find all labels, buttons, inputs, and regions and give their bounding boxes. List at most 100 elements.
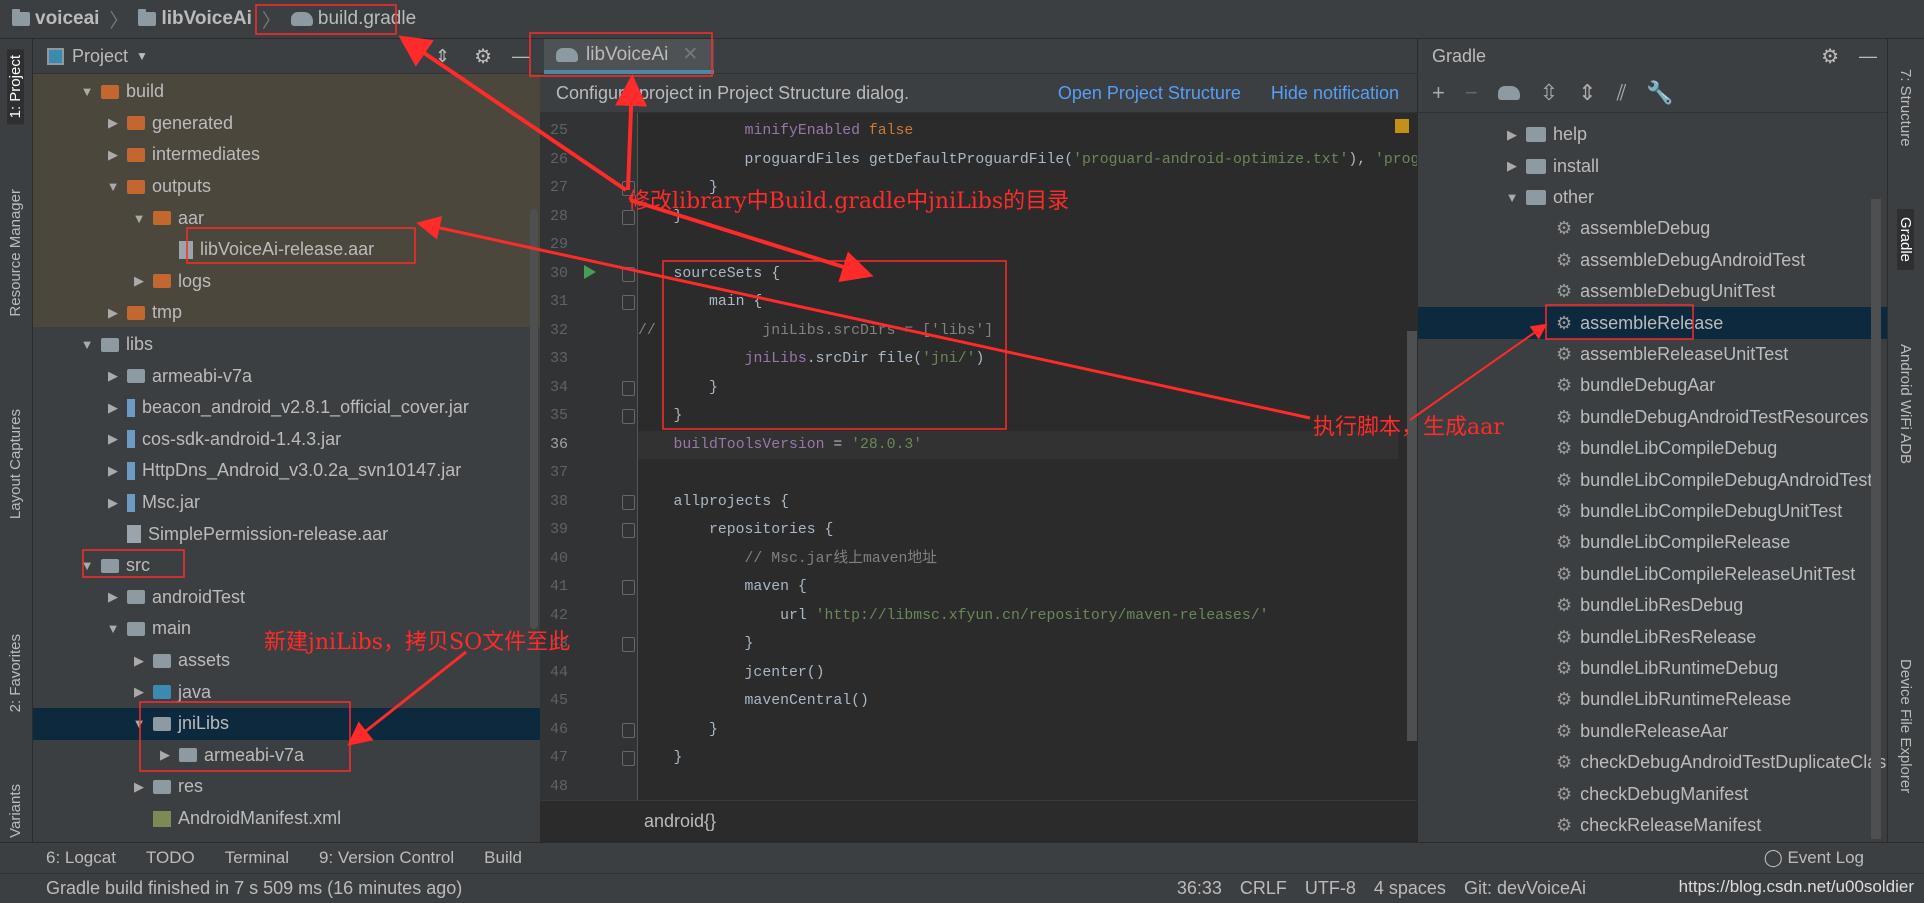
collapsed-arrow-icon[interactable]: ▶ xyxy=(131,653,147,669)
minimize-icon[interactable]: — xyxy=(512,46,530,67)
gradle-task[interactable]: ⚙ assembleDebug xyxy=(1418,213,1887,245)
tree-item[interactable]: ▶ androidTest xyxy=(33,582,540,614)
tool-tab-layout-captures[interactable]: Layout Captures xyxy=(7,409,24,519)
code-line[interactable]: maven { xyxy=(638,573,1398,602)
hide-notification-link[interactable]: Hide notification xyxy=(1271,83,1399,104)
fold-marker-icon[interactable] xyxy=(622,523,635,538)
gradle-task[interactable]: ⚙ assembleReleaseUnitTest xyxy=(1418,339,1887,371)
encoding-selector[interactable]: UTF-8 xyxy=(1305,878,1356,899)
remove-icon[interactable]: − xyxy=(1465,80,1478,106)
git-branch-selector[interactable]: Git: devVoiceAi xyxy=(1464,878,1586,899)
code-line[interactable] xyxy=(638,231,1398,260)
tree-item[interactable]: ▼ main xyxy=(33,613,540,645)
expanded-arrow-icon[interactable]: ▼ xyxy=(105,621,121,636)
tool-todo[interactable]: TODO xyxy=(146,848,195,868)
collapsed-arrow-icon[interactable]: ▶ xyxy=(105,431,121,447)
code-line[interactable]: } xyxy=(638,374,1398,403)
expand-all-icon[interactable]: ⇳ xyxy=(1540,80,1558,106)
fold-marker-icon[interactable] xyxy=(622,181,635,196)
code-line[interactable]: // jniLibs.srcDirs = ['libs'] xyxy=(638,317,1398,346)
gear-icon[interactable]: ⚙ xyxy=(474,44,492,69)
code-line[interactable]: } xyxy=(638,402,1398,431)
tree-item[interactable]: ▶ intermediates xyxy=(33,139,540,171)
collapsed-arrow-icon[interactable]: ▶ xyxy=(1504,158,1520,174)
code-line[interactable]: } xyxy=(638,744,1398,773)
gradle-task[interactable]: ⚙ checkReleaseManifest xyxy=(1418,810,1887,842)
gradle-group[interactable]: ▼ other xyxy=(1418,182,1887,214)
collapsed-arrow-icon[interactable]: ▶ xyxy=(105,589,121,605)
tree-item[interactable]: ▶ HttpDns_Android_v3.0.2a_svn10147.jar xyxy=(33,455,540,487)
add-icon[interactable]: + xyxy=(1432,80,1445,106)
tool-tab-project[interactable]: 1: Project xyxy=(7,49,24,125)
code-line[interactable]: } xyxy=(638,203,1398,232)
gradle-task[interactable]: ⚙ checkDebugManifest xyxy=(1418,778,1887,810)
close-icon[interactable]: ✕ xyxy=(682,43,698,66)
expanded-arrow-icon[interactable]: ▼ xyxy=(131,211,147,226)
tree-item[interactable]: ▶ java xyxy=(33,676,540,708)
tool-tab-resource-manager[interactable]: Resource Manager xyxy=(7,189,24,317)
tool-tab-structure[interactable]: 7: Structure xyxy=(1897,69,1914,147)
tree-item[interactable]: libVoiceAi-release.aar xyxy=(33,234,540,266)
breadcrumb-libvoiceai[interactable]: libVoiceAi xyxy=(138,8,252,30)
gradle-task[interactable]: ⚙ bundleLibResRelease xyxy=(1418,621,1887,653)
collapsed-arrow-icon[interactable]: ▶ xyxy=(131,684,147,700)
gear-icon[interactable]: ⚙ xyxy=(1821,44,1839,69)
tool-build[interactable]: Build xyxy=(484,848,522,868)
breadcrumb-android[interactable]: android{} xyxy=(644,811,716,831)
tree-item[interactable]: ▼ build xyxy=(33,76,540,108)
execute-gradle-task-icon[interactable] xyxy=(1497,86,1520,100)
tool-tab-device-file-explorer[interactable]: Device File Explorer xyxy=(1897,659,1914,793)
code-line[interactable] xyxy=(638,459,1398,488)
code-line[interactable]: } xyxy=(638,630,1398,659)
event-log-button[interactable]: ◯ Event Log xyxy=(1764,848,1864,868)
project-scrollbar[interactable] xyxy=(530,209,538,629)
tree-item[interactable]: AndroidManifest.xml xyxy=(33,803,540,835)
run-gutter-icon[interactable] xyxy=(584,264,596,279)
code-area[interactable]: 25 minifyEnabled false 26 proguardFiles g… xyxy=(540,113,1417,839)
inspection-warning-marker[interactable] xyxy=(1395,119,1409,133)
indent-selector[interactable]: 4 spaces xyxy=(1374,878,1446,899)
code-line[interactable]: proguardFiles getDefaultProguardFile('pr… xyxy=(638,146,1417,175)
tool-tab-gradle[interactable]: Gradle xyxy=(1897,209,1914,271)
tree-item[interactable]: ▶ cos-sdk-android-1.4.3.jar xyxy=(33,424,540,456)
gradle-task[interactable]: ⚙ bundleLibCompileDebug xyxy=(1418,433,1887,465)
collapsed-arrow-icon[interactable]: ▶ xyxy=(131,273,147,289)
gradle-task[interactable]: ⚙ assembleDebugAndroidTest xyxy=(1418,245,1887,277)
tree-item[interactable]: ▼ libs xyxy=(33,329,540,361)
collapsed-arrow-icon[interactable]: ▶ xyxy=(105,495,121,511)
code-line[interactable]: minifyEnabled false xyxy=(638,117,1398,146)
tree-item[interactable]: ▶ Msc.jar xyxy=(33,487,540,519)
editor-scrollbar[interactable] xyxy=(1407,331,1417,741)
tool-tab-android-wifi-adb[interactable]: Android WiFi ADB xyxy=(1897,344,1914,464)
collapsed-arrow-icon[interactable]: ▶ xyxy=(105,463,121,479)
tree-item[interactable]: ▶ beacon_android_v2.8.1_official_cover.ja… xyxy=(33,392,540,424)
caret-position[interactable]: 36:33 xyxy=(1177,878,1222,899)
status-message[interactable]: Gradle build finished in 7 s 509 ms (16 … xyxy=(46,878,462,899)
tab-libvoiceai[interactable]: libVoiceAi ✕ xyxy=(544,39,714,74)
code-line[interactable]: } xyxy=(638,174,1398,203)
project-view-selector[interactable]: Project xyxy=(72,46,128,67)
gradle-task[interactable]: ⚙ checkDebugAndroidTestDuplicateClasses xyxy=(1418,747,1887,779)
fold-marker-icon[interactable] xyxy=(622,722,635,738)
fold-marker-icon[interactable] xyxy=(622,209,635,225)
code-line[interactable]: jcenter() xyxy=(638,659,1398,688)
collapsed-arrow-icon[interactable]: ▶ xyxy=(105,400,121,416)
fold-marker-icon[interactable] xyxy=(622,494,635,510)
gradle-task[interactable]: ⚙ bundleLibResDebug xyxy=(1418,590,1887,622)
fold-marker-icon[interactable] xyxy=(622,751,635,766)
collapsed-arrow-icon[interactable]: ▶ xyxy=(105,305,121,321)
fold-marker-icon[interactable] xyxy=(622,580,635,595)
gradle-group[interactable]: ▶ help xyxy=(1418,119,1887,151)
code-line[interactable]: // Msc.jar线上maven地址 xyxy=(638,545,1398,574)
code-line[interactable]: url 'http://libmsc.xfyun.cn/repository/m… xyxy=(638,602,1398,631)
tool-tab-favorites[interactable]: 2: Favorites xyxy=(7,634,24,712)
code-line[interactable]: } xyxy=(638,716,1398,745)
code-line[interactable]: main { xyxy=(638,288,1398,317)
code-line[interactable]: mavenCentral() xyxy=(638,687,1398,716)
expanded-arrow-icon[interactable]: ▼ xyxy=(79,337,95,352)
code-line[interactable]: jniLibs.srcDir file('jni/') xyxy=(638,345,1398,374)
code-line[interactable]: sourceSets { xyxy=(638,260,1398,289)
gradle-task[interactable]: ⚙ bundleLibCompileDebugUnitTest xyxy=(1418,496,1887,528)
breadcrumb-build-gradle[interactable]: build.gradle xyxy=(290,8,416,30)
fold-marker-icon[interactable] xyxy=(622,637,635,652)
